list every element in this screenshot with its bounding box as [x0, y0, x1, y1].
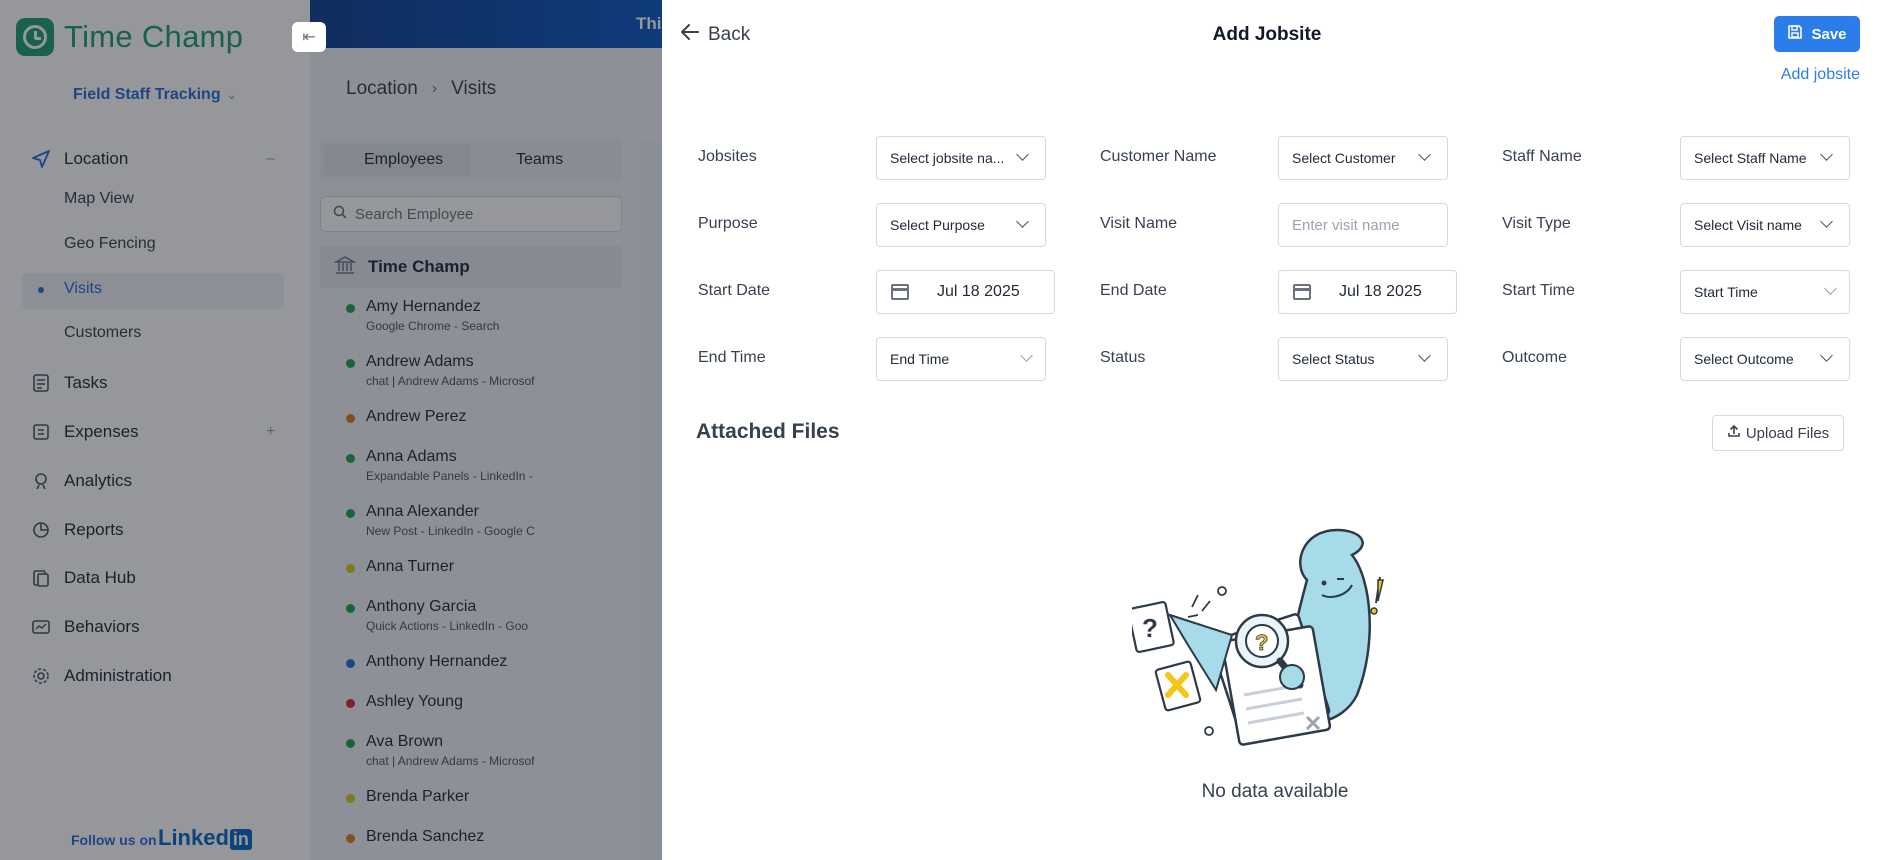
outcome-label: Outcome — [1502, 349, 1567, 366]
visit-type-label: Visit Type — [1502, 215, 1571, 232]
chevron-down-icon — [1820, 148, 1833, 161]
save-label: Save — [1811, 25, 1847, 43]
jobsites-select-value: Select jobsite na... — [890, 150, 1005, 166]
start-time-select[interactable]: Start Time — [1680, 270, 1850, 314]
empty-state-illustration: ? ? — [1132, 528, 1384, 746]
chevron-down-icon — [1418, 148, 1431, 161]
end-time-select[interactable]: End Time — [876, 337, 1046, 381]
chevron-down-icon — [1824, 282, 1837, 295]
purpose-select-value: Select Purpose — [890, 217, 985, 233]
modal-backdrop[interactable] — [0, 0, 670, 860]
svg-text:?: ? — [1142, 613, 1158, 643]
start-time-label: Start Time — [1502, 282, 1575, 299]
end-date-picker[interactable]: Jul 18 2025 — [1278, 270, 1457, 314]
end-time-label: End Time — [698, 349, 766, 366]
calendar-icon — [1293, 284, 1311, 300]
chevron-down-icon — [1016, 215, 1029, 228]
visit-name-label: Visit Name — [1100, 215, 1178, 232]
outcome-select-value: Select Outcome — [1694, 351, 1794, 367]
visit-name-placeholder: Enter visit name — [1292, 216, 1400, 234]
svg-text:?: ? — [1255, 630, 1268, 655]
staff-name-select-value: Select Staff Name — [1694, 150, 1807, 166]
staff-name-label: Staff Name — [1502, 148, 1582, 165]
status-label: Status — [1100, 349, 1146, 366]
empty-state-text: No data available — [1201, 781, 1349, 802]
customer-name-label: Customer Name — [1100, 148, 1217, 165]
start-date-label: Start Date — [698, 282, 771, 299]
status-select-value: Select Status — [1292, 351, 1375, 367]
end-time-select-value: End Time — [890, 351, 950, 367]
collapse-left-icon[interactable]: ⇤ — [292, 22, 326, 52]
purpose-select[interactable]: Select Purpose — [876, 203, 1046, 247]
status-select[interactable]: Select Status — [1278, 337, 1448, 381]
floppy-disk-icon — [1787, 24, 1803, 44]
outcome-select[interactable]: Select Outcome — [1680, 337, 1850, 381]
add-jobsite-drawer: Back Add Jobsite Save Add jobsite Jobsit… — [662, 0, 1888, 860]
upload-files-button[interactable]: Upload Files — [1712, 415, 1844, 451]
attached-files-heading: Attached Files — [696, 420, 840, 443]
end-date-label: End Date — [1100, 282, 1167, 299]
jobsites-select[interactable]: Select jobsite na... — [876, 136, 1046, 180]
save-button[interactable]: Save — [1774, 16, 1860, 52]
customer-select[interactable]: Select Customer — [1278, 136, 1448, 180]
end-date-value: Jul 18 2025 — [1339, 283, 1422, 300]
upload-icon — [1727, 424, 1741, 442]
customer-select-value: Select Customer — [1292, 150, 1396, 166]
start-time-select-value: Start Time — [1694, 284, 1758, 300]
drawer-title: Add Jobsite — [1212, 24, 1322, 45]
chevron-down-icon — [1820, 215, 1833, 228]
staff-name-select[interactable]: Select Staff Name — [1680, 136, 1850, 180]
purpose-label: Purpose — [698, 215, 758, 232]
add-jobsite-link[interactable]: Add jobsite — [1774, 66, 1860, 84]
chevron-down-icon — [1016, 148, 1029, 161]
upload-files-label: Upload Files — [1745, 424, 1830, 442]
calendar-icon — [891, 284, 909, 300]
chevron-down-icon — [1020, 349, 1033, 362]
jobsites-label: Jobsites — [698, 148, 757, 165]
chevron-down-icon — [1418, 349, 1431, 362]
visit-type-select-value: Select Visit name — [1694, 217, 1802, 233]
visit-type-select[interactable]: Select Visit name — [1680, 203, 1850, 247]
start-date-value: Jul 18 2025 — [937, 283, 1020, 300]
chevron-down-icon — [1820, 349, 1833, 362]
visit-name-input[interactable]: Enter visit name — [1278, 203, 1448, 247]
start-date-picker[interactable]: Jul 18 2025 — [876, 270, 1055, 314]
